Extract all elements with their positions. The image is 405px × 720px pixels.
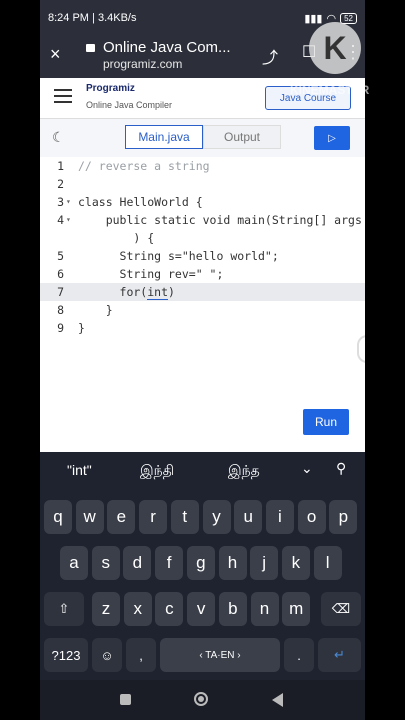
key-i[interactable]: i — [265, 500, 294, 534]
recents-icon[interactable] — [120, 694, 131, 705]
phone-screen: 8:24 PM | 3.4KB/s ▮▮▮ ◠ 52 × Online Java… — [40, 0, 365, 720]
fold-arrow-icon[interactable]: ▾ — [66, 211, 71, 229]
shift-key[interactable]: ⇧ — [44, 592, 84, 626]
page-title[interactable]: Online Java Com... — [103, 39, 231, 56]
key-g[interactable]: g — [186, 546, 215, 580]
key-u[interactable]: u — [234, 500, 263, 534]
key-t[interactable]: t — [170, 500, 199, 534]
soft-keyboard: "int" இந்தி இந்த ⌄ ⚲ qwertyuiop asdfghjkl… — [40, 452, 365, 680]
key-l[interactable]: l — [313, 546, 342, 580]
battery-icon: 52 — [340, 12, 357, 24]
dark-mode-icon[interactable]: ☾ — [52, 129, 65, 146]
search-icon[interactable]: ⚲ — [336, 460, 346, 477]
key-b[interactable]: b — [218, 592, 247, 626]
key-e[interactable]: e — [107, 500, 136, 534]
run-button[interactable]: Run — [303, 409, 349, 435]
space-key[interactable]: ‹ TA·EN › — [160, 638, 280, 672]
code-line[interactable]: 5 String s="hello world"; — [40, 247, 365, 265]
key-v[interactable]: v — [187, 592, 216, 626]
key-j[interactable]: j — [250, 546, 279, 580]
status-time-speed: 8:24 PM | 3.4KB/s — [48, 12, 137, 24]
code-line[interactable]: 8 } — [40, 301, 365, 319]
code-line[interactable]: 1 // reverse a string — [40, 157, 365, 175]
kinemaster-badge: K — [309, 22, 361, 74]
suggestion-item[interactable]: இந்தி — [140, 462, 174, 481]
status-speed: 3.4KB/s — [97, 12, 137, 24]
suggestion-item[interactable]: "int" — [67, 462, 92, 478]
code-line[interactable]: ) { — [40, 229, 365, 247]
key-n[interactable]: n — [250, 592, 279, 626]
key-m[interactable]: m — [282, 592, 311, 626]
key-z[interactable]: z — [92, 592, 120, 626]
key-h[interactable]: h — [218, 546, 247, 580]
key-d[interactable]: d — [123, 546, 152, 580]
site-subtitle: Online Java Compiler — [86, 100, 173, 110]
status-time: 8:24 PM — [48, 12, 89, 24]
navigation-bar — [40, 680, 365, 720]
code-line[interactable]: 6 String rev=" "; — [40, 265, 365, 283]
tab-output[interactable]: Output — [203, 125, 281, 149]
key-p[interactable]: p — [329, 500, 358, 534]
home-icon[interactable] — [194, 692, 208, 706]
signal-icon: ▮▮▮ — [304, 12, 323, 25]
symbols-key[interactable]: ?123 — [44, 638, 88, 672]
kinemaster-watermark: KINEMASTER — [290, 83, 370, 97]
key-a[interactable]: a — [60, 546, 88, 580]
hamburger-menu-icon[interactable] — [54, 89, 72, 103]
suggestion-bar: "int" இந்தி இந்த ⌄ ⚲ — [40, 452, 365, 490]
code-line[interactable]: 4 ▾ public static void main(String[] arg… — [40, 211, 365, 229]
close-tab-icon[interactable]: × — [50, 44, 61, 65]
key-o[interactable]: o — [297, 500, 326, 534]
lock-icon — [86, 44, 95, 52]
code-line-active[interactable]: 7 for(int) — [40, 283, 365, 301]
key-k[interactable]: k — [281, 546, 310, 580]
code-line[interactable]: 3 ▾ class HelloWorld { — [40, 193, 365, 211]
key-c[interactable]: c — [155, 592, 184, 626]
key-r[interactable]: r — [139, 500, 168, 534]
comma-key[interactable]: , — [126, 638, 156, 672]
code-line[interactable]: 2 — [40, 175, 365, 193]
key-y[interactable]: y — [202, 500, 231, 534]
page-url[interactable]: programiz.com — [103, 57, 182, 71]
period-key[interactable]: . — [284, 638, 314, 672]
tab-main-java[interactable]: Main.java — [125, 125, 203, 149]
key-x[interactable]: x — [123, 592, 152, 626]
editor-tab-bar: ☾ Main.java Output ▷ — [40, 119, 365, 158]
code-editor[interactable]: 1 // reverse a string 2 3 ▾ class HelloW… — [40, 157, 365, 452]
suggestion-item[interactable]: இந்த — [228, 462, 260, 481]
chevron-down-icon[interactable]: ⌄ — [301, 460, 313, 477]
programiz-logo[interactable]: Programiz — [86, 83, 135, 94]
backspace-key[interactable]: ⌫ — [321, 592, 361, 626]
highlighted-word: int — [147, 285, 169, 300]
back-icon[interactable] — [272, 693, 283, 707]
key-f[interactable]: f — [155, 546, 184, 580]
key-s[interactable]: s — [91, 546, 120, 580]
key-w[interactable]: w — [75, 500, 104, 534]
enter-key[interactable]: ↵ — [318, 638, 361, 672]
emoji-key[interactable]: ☺ — [92, 638, 122, 672]
code-line[interactable]: 9 } — [40, 319, 365, 337]
scroll-handle[interactable] — [357, 335, 365, 363]
key-q[interactable]: q — [44, 500, 72, 534]
share-icon[interactable]: ⤴ — [262, 44, 278, 68]
run-play-button[interactable]: ▷ — [314, 126, 350, 150]
fold-arrow-icon[interactable]: ▾ — [66, 193, 71, 211]
